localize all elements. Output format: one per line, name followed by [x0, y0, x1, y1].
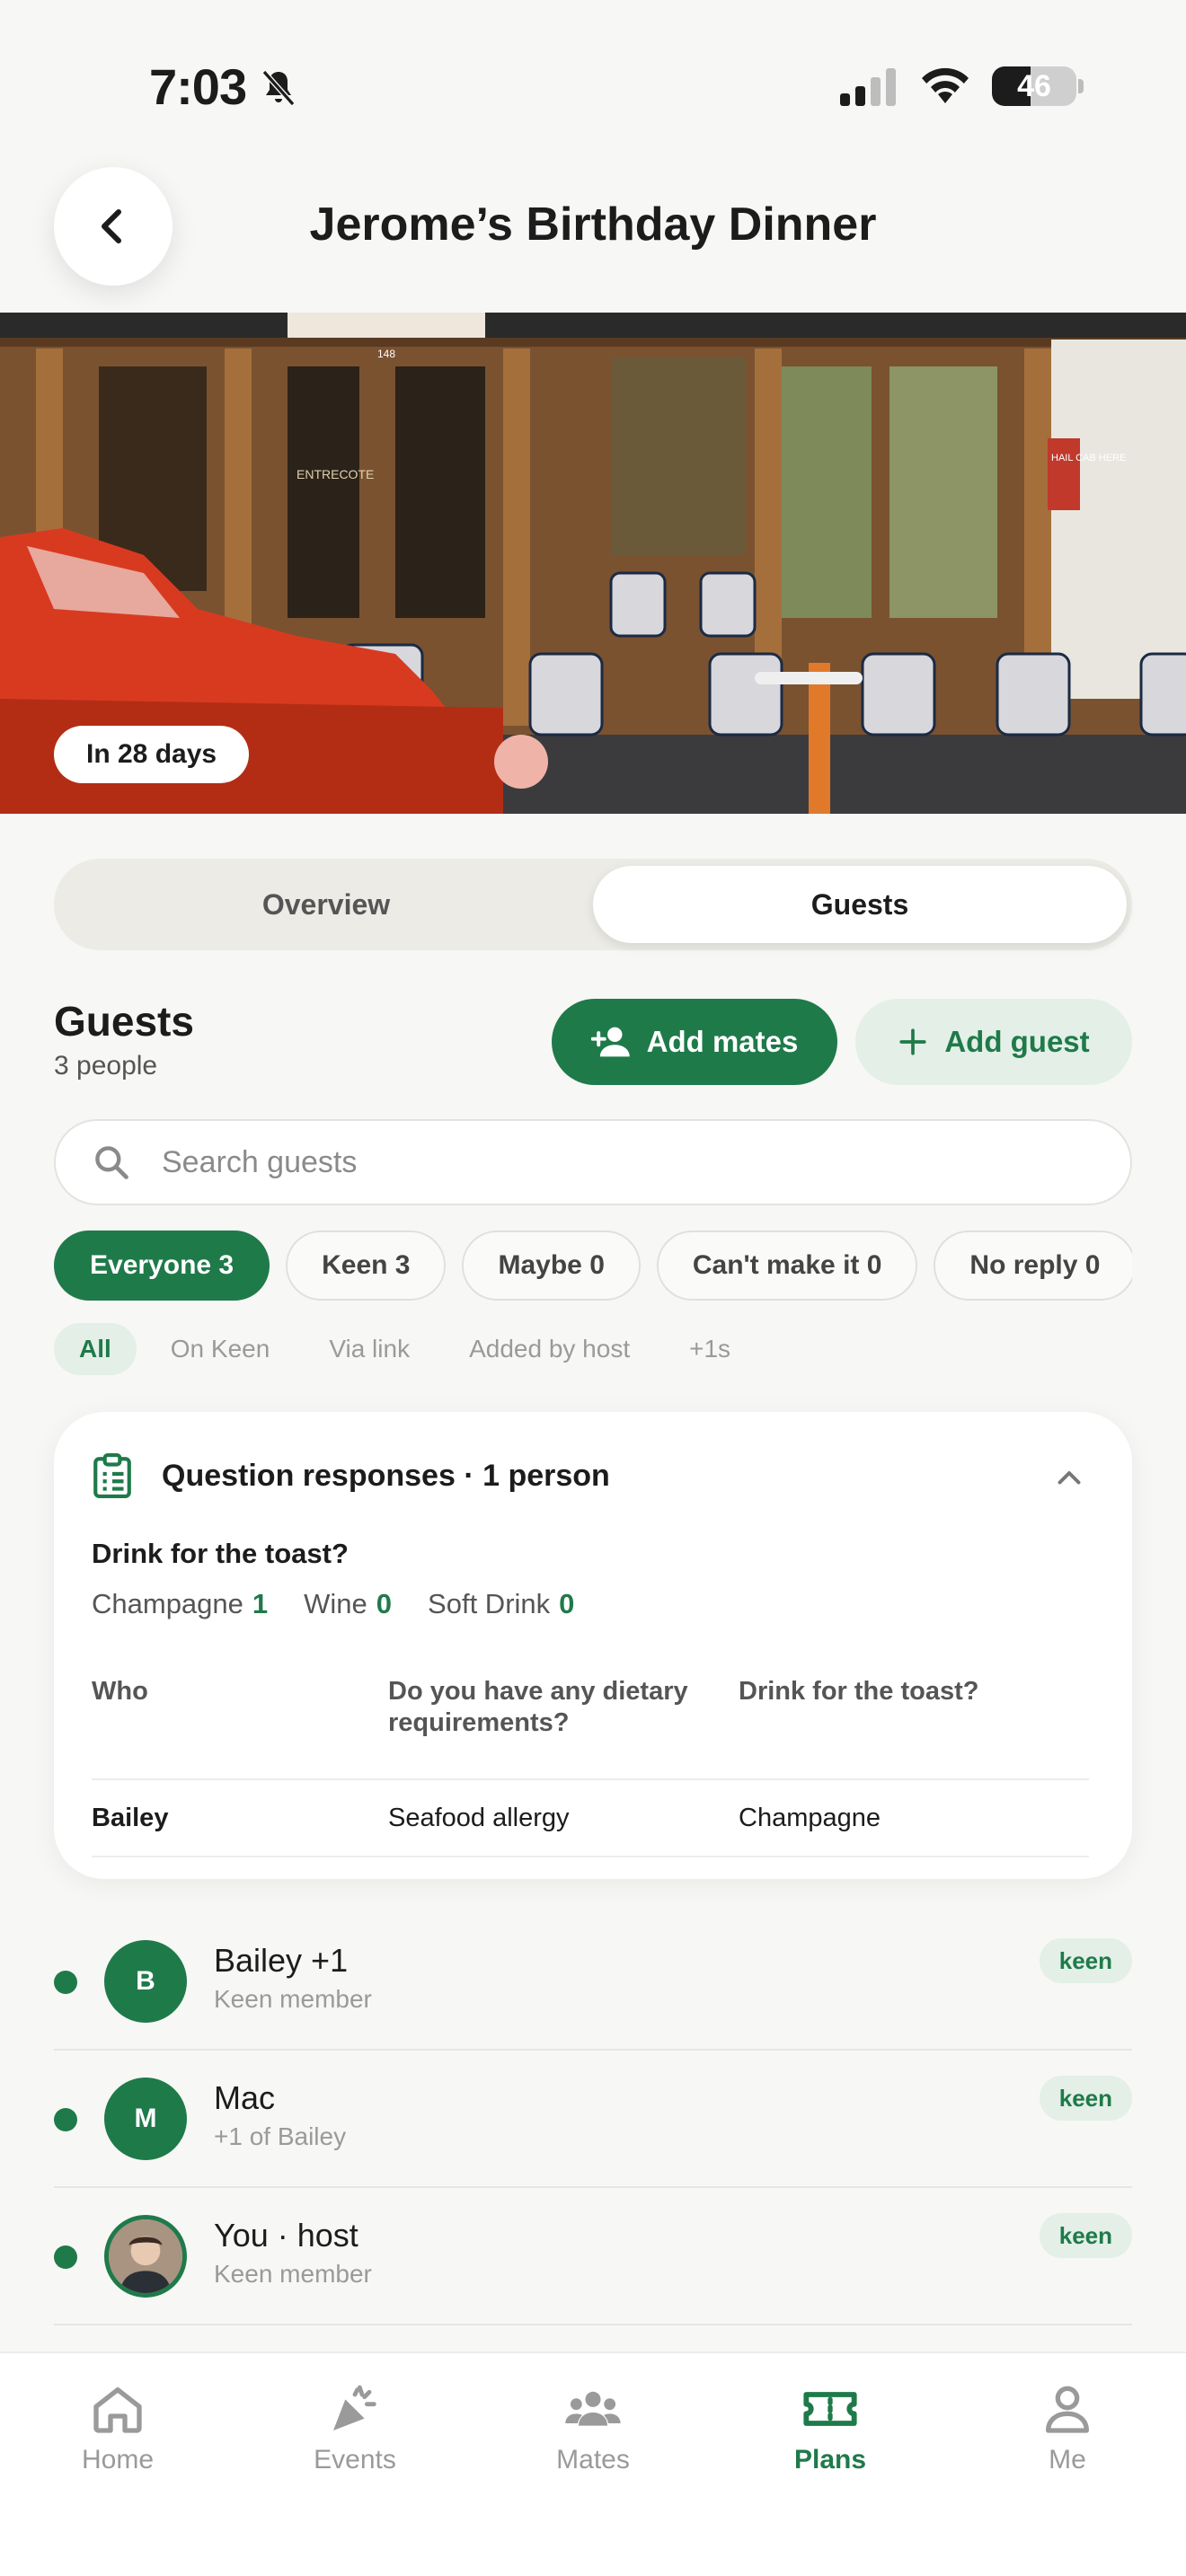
avatar [104, 2215, 187, 2298]
cell-signal-icon [840, 66, 896, 106]
answer-tallies: Champagne 1 Wine 0 Soft Drink 0 [92, 1588, 574, 1620]
guest-subtitle: Keen member [214, 2260, 372, 2288]
subchip-plus-ones[interactable]: +1s [664, 1323, 756, 1375]
tab-events[interactable]: Events [265, 2380, 445, 2475]
guest-subtitle: +1 of Bailey [214, 2122, 347, 2150]
add-guest-label: Add guest [944, 1025, 1090, 1058]
tally-item: Wine 0 [304, 1588, 393, 1619]
guest-name: Mac [214, 2079, 276, 2116]
battery-icon: 46 [992, 66, 1076, 106]
street-number-text: 148 [377, 348, 395, 360]
list-item[interactable]: B Bailey +1 Keen member keen [54, 1913, 1132, 2051]
tally-item: Soft Drink 0 [428, 1588, 575, 1619]
question-responses-card: Question responses · 1 person Drink for … [54, 1412, 1132, 1879]
search-icon [95, 1146, 128, 1179]
chip-no-reply[interactable]: No reply 0 [934, 1231, 1132, 1301]
wifi-icon [922, 67, 969, 103]
chip-everyone[interactable]: Everyone 3 [54, 1231, 270, 1301]
column-header: Do you have any dietary requirements? [388, 1677, 688, 1737]
responses-table: Who Do you have any dietary requirements… [92, 1672, 1089, 1857]
event-cover-image: ENTRECOTE 148 HAIL CAB HERE In 28 days [0, 313, 1186, 814]
guest-name: You · host [214, 2217, 358, 2254]
tab-overview[interactable]: Overview [59, 866, 593, 943]
subchip-added-by-host[interactable]: Added by host [444, 1323, 655, 1375]
add-person-icon [590, 1027, 630, 1057]
tab-guests[interactable]: Guests [593, 866, 1127, 943]
question-card-title: Question responses · 1 person [162, 1459, 610, 1493]
table-header: Who Do you have any dietary requirements… [92, 1672, 1089, 1780]
user-photo [109, 2219, 182, 2293]
guest-list: B Bailey +1 Keen member keen M Mac +1 of… [54, 1913, 1132, 2325]
door-sign-text: ENTRECOTE [296, 467, 374, 481]
plus-icon [899, 1028, 926, 1055]
party-popper-icon [333, 2385, 376, 2430]
question-text: Drink for the toast? [92, 1538, 349, 1569]
search-guests-field [54, 1119, 1132, 1205]
tab-plans[interactable]: Plans [740, 2380, 920, 2475]
tally-item: Champagne 1 [92, 1588, 269, 1619]
tab-home[interactable]: Home [28, 2380, 208, 2475]
top-header: Jerome’s Birthday Dinner [0, 162, 1186, 313]
person-icon [1046, 2386, 1089, 2433]
guest-name: Bailey +1 [214, 1942, 349, 1979]
column-header: Who [92, 1677, 148, 1706]
status-bar: 7:03 46 [0, 0, 1186, 162]
table-cell: Champagne [739, 1803, 881, 1832]
avatar: B [104, 1940, 187, 2023]
ticket-icon [803, 2392, 857, 2426]
battery-cap [1078, 79, 1084, 93]
list-item[interactable]: You · host Keen member keen [54, 2188, 1132, 2325]
guests-heading: Guests [54, 998, 194, 1045]
add-mates-button[interactable]: Add mates [552, 999, 837, 1085]
guests-count: 3 people [54, 1051, 158, 1081]
clipboard-list-icon [93, 1453, 131, 1498]
status-badge: keen [1039, 1938, 1132, 1983]
bottom-tab-bar: Home Events Mates Plans Me [0, 2351, 1186, 2576]
chevron-up-icon[interactable] [1053, 1462, 1085, 1495]
source-filter-chips: All On Keen Via link Added by host +1s [54, 1322, 756, 1376]
status-dot [54, 2245, 77, 2269]
table-row: Bailey Seafood allergy Champagne [92, 1780, 1089, 1857]
home-icon [93, 2387, 142, 2433]
status-dot [54, 2108, 77, 2131]
table-cell: Bailey [92, 1803, 169, 1832]
avatar: M [104, 2078, 187, 2160]
subchip-via-link[interactable]: Via link [304, 1323, 435, 1375]
status-dot [54, 1971, 77, 1994]
table-cell: Seafood allergy [388, 1803, 570, 1832]
tab-mates[interactable]: Mates [503, 2380, 683, 2475]
list-item[interactable]: M Mac +1 of Bailey keen [54, 2051, 1132, 2188]
search-input[interactable] [162, 1144, 1060, 1180]
status-badge: keen [1039, 2213, 1132, 2258]
people-icon [565, 2391, 621, 2426]
side-sign-text: HAIL CAB HERE [1051, 453, 1126, 463]
chip-keen[interactable]: Keen 3 [286, 1231, 447, 1301]
add-guest-button[interactable]: Add guest [855, 999, 1132, 1085]
view-segmented-control: Overview Guests [54, 859, 1132, 950]
subchip-on-keen[interactable]: On Keen [146, 1323, 296, 1375]
guest-subtitle: Keen member [214, 1985, 372, 2013]
status-badge: keen [1039, 2076, 1132, 2121]
countdown-badge: In 28 days [54, 726, 250, 783]
chip-maybe[interactable]: Maybe 0 [462, 1231, 641, 1301]
add-mates-label: Add mates [646, 1025, 799, 1058]
page-title: Jerome’s Birthday Dinner [309, 198, 877, 251]
subchip-all[interactable]: All [54, 1323, 137, 1375]
chip-cant-make-it[interactable]: Can't make it 0 [656, 1231, 918, 1301]
column-header: Drink for the toast? [739, 1677, 979, 1706]
tab-me[interactable]: Me [978, 2380, 1157, 2475]
clock: 7:03 [149, 58, 247, 115]
bell-muted-icon [261, 70, 296, 106]
status-filter-chips: Everyone 3 Keen 3 Maybe 0 Can't make it 0 No… [54, 1231, 1132, 1302]
